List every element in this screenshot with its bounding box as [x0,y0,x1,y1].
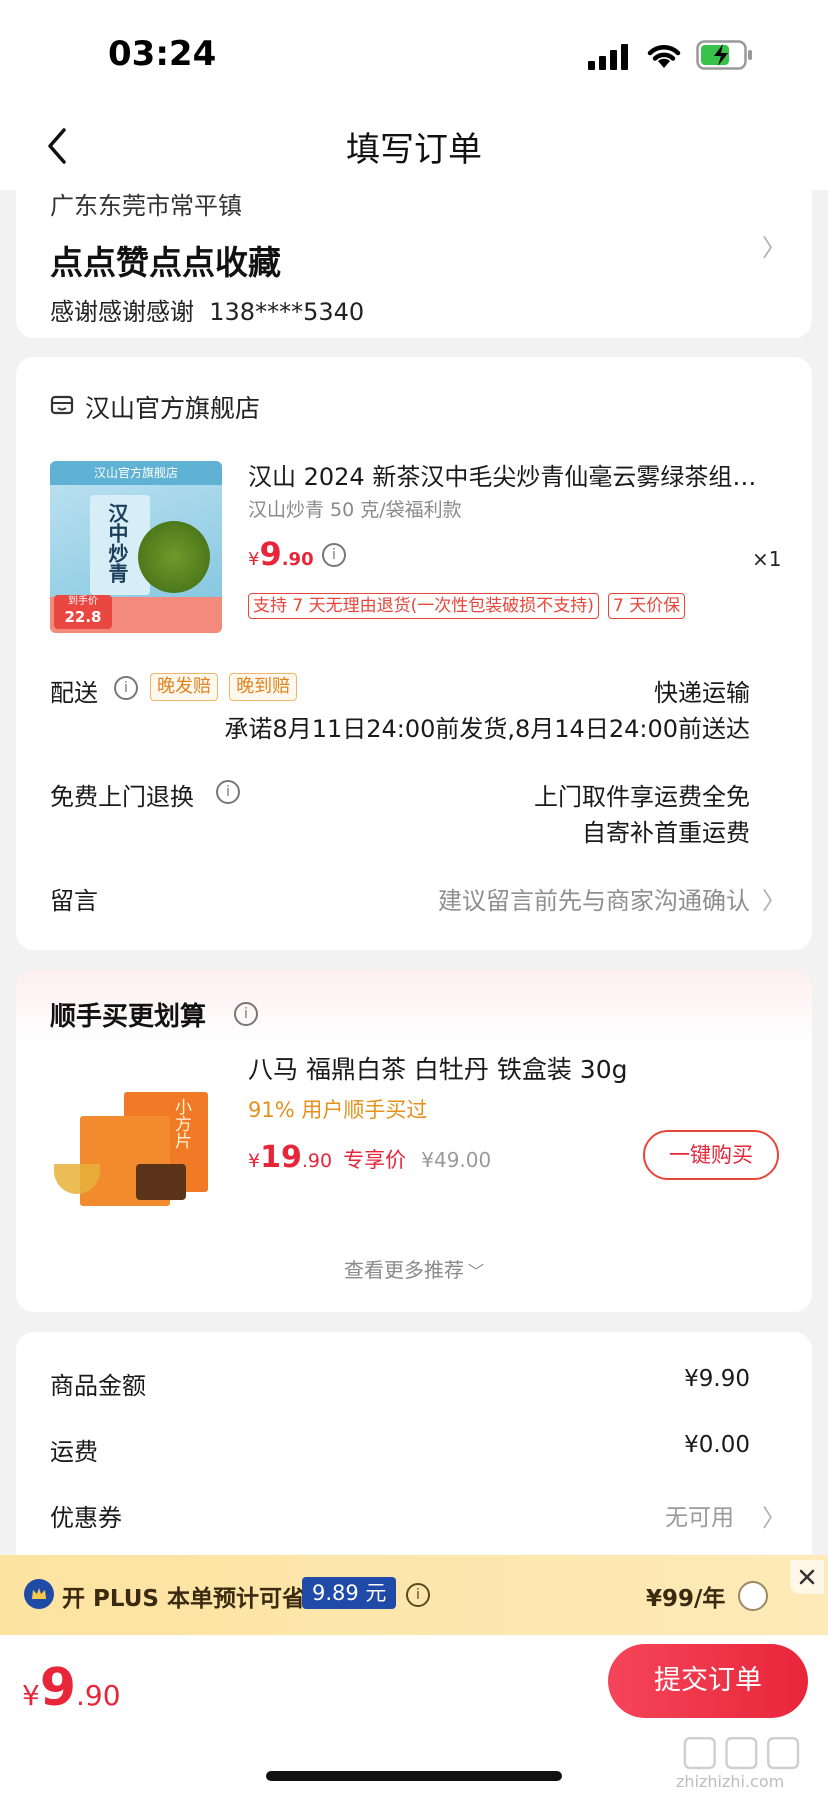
plus-info-icon[interactable]: i [406,1583,430,1607]
chevron-right-icon: 〉 [762,234,786,262]
address-detail: 点点赞点点收藏 [50,243,281,282]
recommend-image[interactable]: 小方片 [50,1052,222,1224]
store-card: 汉山官方旗舰店 汉山官方旗舰店 汉中炒青 到手价 22.8 汉山 2024 新茶… [16,357,812,950]
recommend-orig-price: ¥49.00 [421,1148,492,1172]
submit-order-button[interactable]: 提交订单 [608,1644,808,1718]
plus-price: ¥99/年 [646,1586,726,1612]
store-name[interactable]: 汉山官方旗舰店 [85,389,260,425]
product-qty: ×1 [752,547,782,571]
address-region: 广东东莞市常平镇 [50,192,242,220]
product-image-banner: 汉山官方旗舰店 [50,461,222,485]
signal-icon [588,44,630,74]
recommend-info-icon[interactable]: i [234,1002,258,1026]
delivery-label: 配送 [50,679,98,707]
summary-card: 商品金额 ¥9.90 运费 ¥0.00 优惠券 无可用 〉 [16,1332,812,1572]
status-time: 03:24 [108,34,217,74]
goods-amount-value: ¥9.90 [684,1366,750,1392]
delivery-promise: 承诺8月11日24:00前发货,8月14日24:00前送达 [224,715,750,743]
plus-save-badge: 9.89 元 [302,1577,397,1609]
plus-select-radio[interactable] [738,1581,768,1611]
delivery-info-icon[interactable]: i [114,676,138,700]
crown-icon [24,1579,54,1609]
price-protect-tag: 7 天价保 [607,593,686,619]
coupon-value[interactable]: 无可用 [665,1498,734,1532]
recommend-title: 顺手买更划算 [50,1002,207,1032]
quick-buy-button[interactable]: 一键购买 [643,1130,779,1180]
page-title: 填写订单 [346,130,482,170]
product-spec[interactable]: 汉山炒青 50 克/袋福利款 [248,495,462,522]
price-info-icon[interactable]: i [322,543,346,567]
recommend-card: 顺手买更划算 i 小方片 八马 福鼎白茶 白牡丹 铁盒装 30g 91% 用户顺… [16,970,812,1312]
store-icon [50,393,74,421]
return-info-icon[interactable]: i [216,780,240,804]
shipping-value: ¥0.00 [684,1432,750,1458]
product-image-badge: 到手价 22.8 [54,595,112,629]
product-image[interactable]: 汉山官方旗舰店 汉中炒青 到手价 22.8 [50,461,222,633]
home-indicator[interactable] [266,1771,562,1781]
address-contact: 感谢感谢感谢 138****5340 [50,298,365,326]
return-line2: 自寄补首重运费 [582,819,750,847]
coupon-label: 优惠券 [50,1504,122,1532]
recommend-image-text: 小方片 [171,1098,191,1149]
battery-charging-icon [696,40,754,74]
goods-amount-label: 商品金额 [50,1372,146,1400]
delivery-method[interactable]: 快递运输 [654,673,750,708]
address-card[interactable]: 广东东莞市常平镇 点点赞点点收藏 感谢感谢感谢 138****5340 〉 [16,186,812,338]
shipping-label: 运费 [50,1438,98,1466]
chevron-right-icon: 〉 [762,1504,786,1532]
recommend-bought: 91% 用户顺手买过 [248,1098,428,1122]
recommend-name[interactable]: 八马 福鼎白茶 白牡丹 铁盒装 30g [248,1050,627,1086]
close-icon[interactable] [790,1560,824,1594]
delivery-tags: 晚发赔 晚到赔 [150,673,298,701]
product-price: ¥9.90 [248,535,314,573]
return-line1: 上门取件享运费全免 [534,783,750,811]
wifi-icon [645,40,683,74]
chevron-right-icon: 〉 [762,887,786,915]
watermark-logo: ▢▢▢ [680,1725,806,1774]
chevron-down-icon: ﹀ [467,1262,484,1281]
total-price: ¥9.90 [22,1658,121,1718]
return-label: 免费上门退换 [50,783,194,811]
watermark-site: zhizhizhi.com [676,1772,785,1791]
product-image-pack-text: 汉中炒青 [105,503,129,583]
plus-bar[interactable]: 开 PLUS 本单预计可省 9.89 元 i ¥99/年 [0,1555,828,1635]
late-arrive-tag: 晚到赔 [229,673,298,701]
message-input[interactable]: 建议留言前先与商家沟通确认 [438,881,750,916]
message-label: 留言 [50,887,98,915]
product-title[interactable]: 汉山 2024 新茶汉中毛尖炒青仙毫云雾绿茶组… [248,457,788,492]
see-more-link[interactable]: 查看更多推荐 ﹀ [16,1254,812,1283]
product-tags: 支持 7 天无理由退货(一次性包装破损不支持) 7 天价保 [248,593,686,619]
plus-text: 开 PLUS 本单预计可省 [62,1586,305,1612]
recommend-price: ¥19.90 专享价 ¥49.00 [248,1140,492,1175]
return-tag: 支持 7 天无理由退货(一次性包装破损不支持) [248,593,599,619]
late-ship-tag: 晚发赔 [150,673,218,701]
